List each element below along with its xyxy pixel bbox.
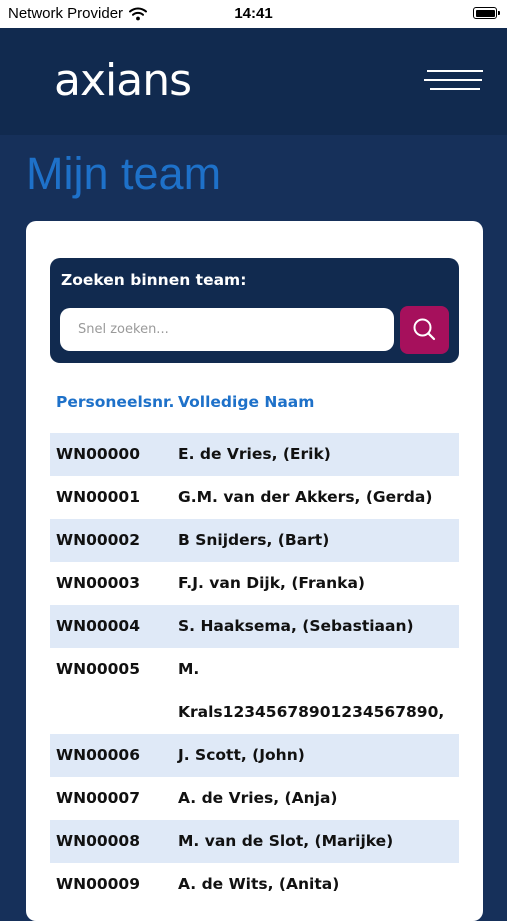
employee-name: E. de Vries, (Erik) (178, 445, 331, 463)
search-button[interactable] (400, 306, 449, 354)
employee-name: J. Scott, (John) (178, 746, 305, 764)
employee-number: WN00007 (56, 789, 140, 807)
search-input[interactable] (60, 308, 394, 351)
employee-number: WN00002 (56, 531, 140, 549)
employee-number: WN00005 (56, 660, 140, 678)
status-time: 14:41 (234, 5, 273, 22)
employee-name: M. van de Slot, (Marijke) (178, 832, 394, 850)
employee-number: WN00000 (56, 445, 140, 463)
search-panel: Zoeken binnen team: (50, 258, 459, 363)
column-header-naam[interactable]: Volledige Naam (178, 393, 314, 411)
employee-name: G.M. van der Akkers, (Gerda) (178, 488, 433, 506)
axians-logo: axians (54, 55, 192, 106)
search-icon (413, 318, 436, 341)
table-row[interactable]: WN00005 M. Krals12345678901234567890, (M… (50, 648, 459, 764)
app-header: axians (0, 28, 507, 135)
employee-number: WN00008 (56, 832, 140, 850)
employee-number: WN00001 (56, 488, 140, 506)
status-bar: Network Provider 14:41 (0, 0, 507, 28)
battery-icon (473, 7, 500, 19)
column-header-personeelsnr[interactable]: Personeelsnr. (56, 393, 174, 411)
employee-name: F.J. van Dijk, (Franka) (178, 574, 365, 592)
table-row[interactable]: WN00000 E. de Vries, (Erik) (50, 433, 459, 476)
table-row[interactable]: WN00002 B Snijders, (Bart) (50, 519, 459, 562)
employee-number: WN00009 (56, 875, 140, 893)
team-card: Zoeken binnen team: Personeelsnr. Volled… (26, 221, 483, 921)
employee-number: WN00003 (56, 574, 140, 592)
employee-name: B Snijders, (Bart) (178, 531, 330, 549)
search-label: Zoeken binnen team: (61, 271, 247, 289)
team-table: WN00000 E. de Vries, (Erik) WN00001 G.M.… (50, 433, 459, 906)
table-row[interactable]: WN00001 G.M. van der Akkers, (Gerda) (50, 476, 459, 519)
table-row[interactable]: WN00003 F.J. van Dijk, (Franka) (50, 562, 459, 605)
page-title: Mijn team (26, 148, 222, 199)
table-row[interactable]: WN00004 S. Haaksema, (Sebastiaan) (50, 605, 459, 648)
hamburger-menu-icon[interactable] (424, 64, 484, 96)
employee-name: A. de Vries, (Anja) (178, 789, 338, 807)
employee-number: WN00004 (56, 617, 140, 635)
table-row[interactable]: WN00006 J. Scott, (John) (50, 734, 459, 777)
employee-number: WN00006 (56, 746, 140, 764)
table-row[interactable]: WN00007 A. de Vries, (Anja) (50, 777, 459, 820)
table-row[interactable]: WN00008 M. van de Slot, (Marijke) (50, 820, 459, 863)
employee-name: S. Haaksema, (Sebastiaan) (178, 617, 414, 635)
